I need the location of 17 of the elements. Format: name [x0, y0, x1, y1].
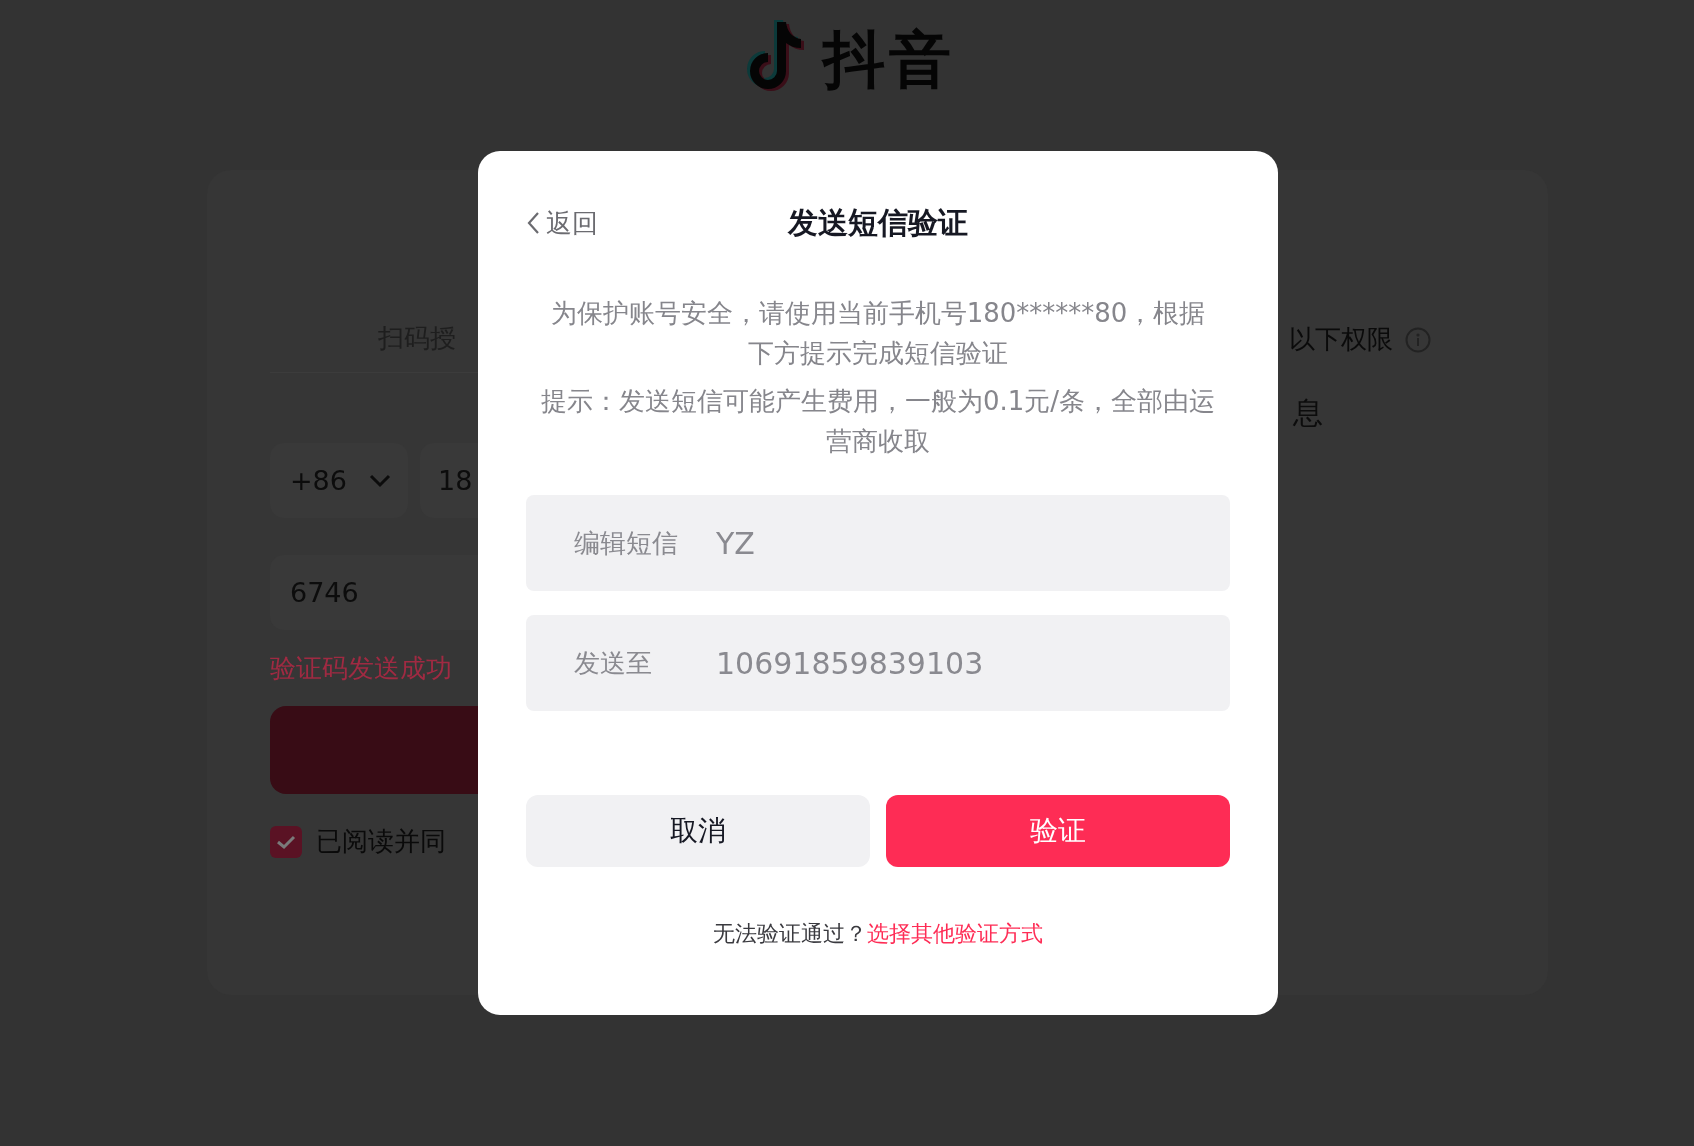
chevron-down-icon — [369, 473, 391, 488]
instruction-text: 提示：发送短信可能产生费用，一般为0.1元/条，全部由运营商收取 — [540, 385, 1216, 458]
status-message: 验证码发送成功 — [270, 652, 452, 685]
instruction-text: 为保护账号安全，请使用当前手机号180******80，根据下方提示完成短信验证 — [549, 297, 1207, 370]
field-value: 10691859839103 — [716, 645, 984, 681]
checkmark-icon — [276, 833, 296, 850]
cancel-button[interactable]: 取消 — [526, 795, 870, 867]
other-method-link[interactable]: 选择其他验证方式 — [867, 919, 1043, 949]
agree-checkbox[interactable] — [270, 825, 302, 858]
field-label: 发送至 — [574, 646, 653, 680]
footer-text: 无法验证通过？ — [713, 920, 867, 948]
field-value: YZ — [716, 525, 755, 561]
field-label: 编辑短信 — [574, 526, 679, 560]
back-button[interactable]: 返回 — [526, 205, 598, 241]
dialog-title: 发送短信验证 — [788, 203, 968, 242]
chevron-left-icon — [526, 211, 540, 235]
verify-button[interactable]: 验证 — [886, 795, 1230, 867]
